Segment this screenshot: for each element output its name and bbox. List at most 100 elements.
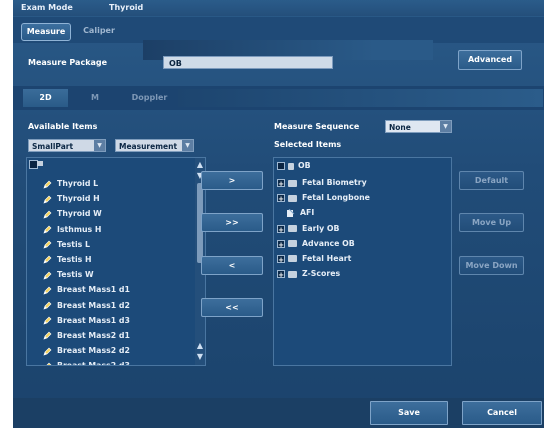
tab-measure[interactable]: Measure bbox=[21, 23, 71, 41]
pencil-icon bbox=[43, 209, 52, 219]
list-item[interactable]: Breast Mass2 d3 bbox=[43, 358, 193, 366]
available-items-list[interactable]: Thyroid L Thyroid H Thyroid W Isthmus H Test… bbox=[26, 157, 206, 366]
measure-settings-window: Exam Mode Thyroid Measure Caliper Measur… bbox=[13, 0, 544, 428]
list-item-label: Breast Mass2 d2 bbox=[57, 346, 130, 356]
folder-icon bbox=[288, 179, 297, 187]
list-item-label: Breast Mass1 d2 bbox=[57, 300, 130, 310]
move-up-button[interactable]: Move Up bbox=[459, 213, 524, 232]
exam-mode-label: Exam Mode bbox=[21, 3, 73, 12]
pencil-icon bbox=[43, 285, 52, 295]
list-item-label: Breast Mass2 d1 bbox=[57, 330, 130, 340]
list-item[interactable]: Testis L bbox=[43, 237, 193, 252]
cancel-button[interactable]: Cancel bbox=[462, 401, 542, 425]
list-item-label: Breast Mass1 d1 bbox=[57, 285, 130, 295]
tab-m[interactable]: M bbox=[70, 89, 120, 107]
tree-item-label: Z-Scores bbox=[302, 269, 341, 279]
tree-item[interactable]: + Advance OB bbox=[277, 236, 447, 251]
list-item-label: Thyroid L bbox=[57, 179, 99, 188]
list-item[interactable]: Breast Mass1 d3 bbox=[43, 313, 193, 328]
group-select[interactable]: SmallPart ▼ bbox=[28, 139, 106, 152]
scroll-up-icon[interactable]: ▲ bbox=[195, 341, 205, 351]
list-item[interactable]: Thyroid H bbox=[43, 191, 193, 206]
list-item[interactable]: Isthmus H bbox=[43, 222, 193, 237]
tree-item-label: Advance OB bbox=[302, 238, 355, 248]
add-item-button[interactable]: > bbox=[201, 171, 263, 190]
folder-icon bbox=[288, 255, 297, 263]
expand-icon[interactable]: + bbox=[277, 239, 285, 249]
folder-icon bbox=[37, 161, 43, 166]
tree-item[interactable]: + Early OB bbox=[277, 221, 447, 236]
scroll-up-icon[interactable]: ▲ bbox=[195, 160, 205, 170]
tree-item[interactable]: + Fetal Longbone bbox=[277, 190, 447, 205]
list-item[interactable]: Breast Mass2 d1 bbox=[43, 328, 193, 343]
expand-icon[interactable]: + bbox=[277, 224, 285, 234]
pencil-icon bbox=[43, 300, 52, 310]
folder-icon bbox=[288, 240, 297, 248]
pencil-icon bbox=[43, 315, 52, 325]
list-item-label: Breast Mass2 d3 bbox=[57, 361, 130, 366]
exam-value: Thyroid bbox=[109, 3, 144, 12]
list-item-label: Breast Mass1 d3 bbox=[57, 315, 130, 325]
advanced-button[interactable]: Advanced bbox=[458, 50, 522, 70]
selected-items-list[interactable]: OB + Fetal Biometry + Fetal Longbone AFI + Ear… bbox=[273, 157, 452, 366]
expand-icon[interactable]: + bbox=[277, 179, 285, 188]
tab-caliper[interactable]: Caliper bbox=[73, 23, 125, 39]
tree-item-label: Early OB bbox=[302, 223, 340, 233]
remove-item-button[interactable]: < bbox=[201, 256, 263, 275]
list-item[interactable]: Testis H bbox=[43, 252, 193, 267]
tree-item[interactable]: + Fetal Heart bbox=[277, 251, 447, 266]
list-item[interactable]: Breast Mass1 d1 bbox=[43, 282, 193, 297]
chevron-down-icon: ▼ bbox=[182, 140, 193, 151]
available-items-label: Available Items bbox=[28, 122, 98, 131]
list-item[interactable]: Thyroid L bbox=[43, 176, 193, 191]
tree-item[interactable]: + Z-Scores bbox=[277, 266, 447, 281]
sequence-select-value: None bbox=[389, 123, 411, 132]
move-down-button[interactable]: Move Down bbox=[459, 256, 524, 275]
tab-2d[interactable]: 2D bbox=[23, 89, 68, 107]
list-item-label: Thyroid H bbox=[57, 194, 100, 204]
list-item[interactable]: Breast Mass1 d2 bbox=[43, 298, 193, 313]
tree-root[interactable]: OB bbox=[277, 158, 447, 173]
pencil-icon bbox=[43, 270, 52, 280]
folder-icon bbox=[288, 162, 294, 170]
measure-package-label: Measure Package bbox=[28, 58, 108, 67]
pencil-icon bbox=[43, 346, 52, 356]
selected-items-rows: + Fetal Biometry + Fetal Longbone AFI + Early … bbox=[277, 175, 447, 281]
list-item-label: Thyroid W bbox=[57, 209, 102, 219]
folder-icon bbox=[288, 270, 297, 278]
list-item-label: Testis W bbox=[57, 270, 94, 280]
expand-icon[interactable]: + bbox=[277, 270, 285, 279]
pencil-icon bbox=[43, 330, 52, 340]
scroll-down-icon[interactable]: ▼ bbox=[195, 352, 205, 362]
add-all-button[interactable]: >> bbox=[201, 213, 263, 232]
tree-item[interactable]: AFI bbox=[277, 205, 447, 220]
available-items-rows: Thyroid L Thyroid H Thyroid W Isthmus H Test… bbox=[43, 176, 193, 366]
collapse-icon[interactable] bbox=[277, 162, 285, 170]
save-button[interactable]: Save bbox=[370, 401, 448, 425]
tree-item-label: Fetal Heart bbox=[302, 253, 352, 263]
tab-bar: Measure Caliper bbox=[13, 17, 544, 60]
remove-all-button[interactable]: << bbox=[201, 298, 263, 317]
list-item[interactable]: Thyroid W bbox=[43, 206, 193, 221]
group-select-value: SmallPart bbox=[32, 142, 74, 151]
expand-icon[interactable]: + bbox=[277, 194, 285, 203]
pencil-icon bbox=[43, 194, 52, 204]
tab-doppler[interactable]: Doppler bbox=[122, 89, 177, 107]
measure-package-field[interactable]: OB bbox=[163, 56, 333, 69]
default-button[interactable]: Default bbox=[459, 171, 524, 190]
chevron-down-icon: ▼ bbox=[94, 140, 105, 151]
mode-tab-bar: 2D M Doppler bbox=[13, 86, 544, 110]
pencil-icon bbox=[43, 224, 52, 234]
tree-item-label: Fetal Biometry bbox=[302, 178, 367, 187]
list-item[interactable]: Testis W bbox=[43, 267, 193, 282]
tree-item-label: Fetal Longbone bbox=[302, 193, 370, 203]
selected-items-label: Selected Items bbox=[274, 140, 342, 149]
pencil-icon bbox=[43, 239, 52, 249]
expand-icon[interactable]: + bbox=[277, 254, 285, 264]
list-item-label: Testis L bbox=[57, 239, 90, 249]
sequence-select[interactable]: None ▼ bbox=[385, 120, 452, 133]
list-item-label: Isthmus H bbox=[57, 224, 102, 234]
type-select[interactable]: Measurement ▼ bbox=[115, 139, 194, 152]
tree-item[interactable]: + Fetal Biometry bbox=[277, 175, 447, 190]
list-item[interactable]: Breast Mass2 d2 bbox=[43, 343, 193, 358]
